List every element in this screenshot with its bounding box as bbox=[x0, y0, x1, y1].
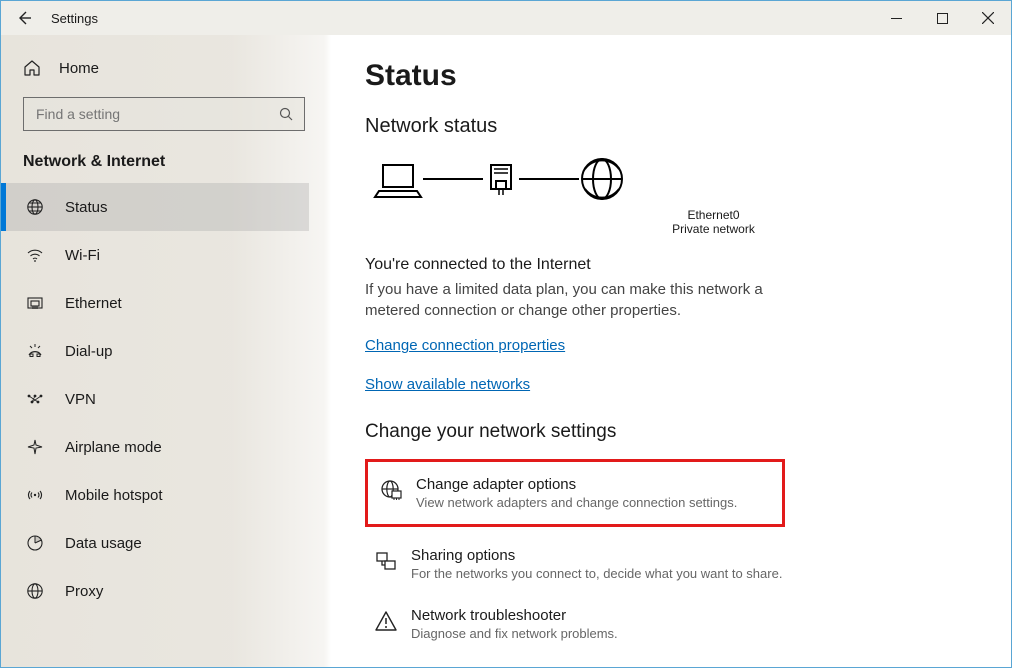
sidebar-item-wifi[interactable]: Wi-Fi bbox=[1, 231, 309, 279]
link-change-connection-properties[interactable]: Change connection properties bbox=[365, 337, 565, 354]
home-nav[interactable]: Home bbox=[23, 53, 309, 83]
sidebar-item-label: Data usage bbox=[65, 535, 142, 552]
data-usage-icon bbox=[23, 534, 47, 552]
close-icon bbox=[982, 12, 994, 24]
proxy-icon bbox=[23, 582, 47, 600]
sidebar-item-label: Mobile hotspot bbox=[65, 487, 163, 504]
sidebar-item-ethernet[interactable]: Ethernet bbox=[1, 279, 309, 327]
setting-desc: View network adapters and change connect… bbox=[416, 495, 737, 510]
main-content: Status Network status Ethernet0 Private … bbox=[331, 35, 1011, 667]
vpn-icon bbox=[23, 392, 47, 406]
setting-desc: For the networks you connect to, decide … bbox=[411, 566, 782, 581]
highlight-box: Change adapter options View network adap… bbox=[365, 459, 785, 527]
arrow-left-icon bbox=[16, 10, 32, 26]
maximize-button[interactable] bbox=[919, 1, 965, 35]
adapter-name: Ethernet0 bbox=[450, 208, 977, 222]
section-network-status: Network status bbox=[365, 115, 977, 138]
laptop-icon bbox=[373, 159, 423, 199]
home-label: Home bbox=[59, 60, 99, 77]
sidebar: Home Network & Internet Status Wi-Fi bbox=[1, 35, 331, 667]
sidebar-item-airplane[interactable]: Airplane mode bbox=[1, 423, 309, 471]
network-diagram bbox=[373, 156, 977, 202]
search-icon bbox=[279, 107, 294, 122]
close-button[interactable] bbox=[965, 1, 1011, 35]
sidebar-item-vpn[interactable]: VPN bbox=[1, 375, 309, 423]
diagram-line bbox=[423, 178, 483, 180]
sidebar-item-status[interactable]: Status bbox=[1, 183, 309, 231]
sidebar-item-label: Ethernet bbox=[65, 295, 122, 312]
sharing-icon bbox=[369, 547, 403, 573]
setting-title: Sharing options bbox=[411, 547, 782, 564]
back-button[interactable] bbox=[1, 1, 47, 35]
wifi-icon bbox=[23, 246, 47, 264]
setting-title: Network troubleshooter bbox=[411, 607, 618, 624]
sidebar-item-datausage[interactable]: Data usage bbox=[1, 519, 309, 567]
setting-sharing-options[interactable]: Sharing options For the networks you con… bbox=[365, 537, 977, 591]
adapter-globe-icon bbox=[374, 476, 408, 502]
ethernet-icon bbox=[23, 294, 47, 312]
sidebar-item-dialup[interactable]: Dial-up bbox=[1, 327, 309, 375]
window-title: Settings bbox=[51, 11, 98, 26]
body: Home Network & Internet Status Wi-Fi bbox=[1, 35, 1011, 667]
sidebar-item-hotspot[interactable]: Mobile hotspot bbox=[1, 471, 309, 519]
settings-window: Settings Home bbox=[0, 0, 1012, 668]
link-show-available-networks[interactable]: Show available networks bbox=[365, 376, 530, 393]
sidebar-item-label: Proxy bbox=[65, 583, 103, 600]
airplane-icon bbox=[23, 438, 47, 456]
minimize-button[interactable] bbox=[873, 1, 919, 35]
diagram-caption: Ethernet0 Private network bbox=[450, 208, 977, 236]
search-input[interactable] bbox=[34, 105, 279, 123]
setting-network-troubleshooter[interactable]: Network troubleshooter Diagnose and fix … bbox=[365, 597, 977, 651]
sidebar-section-title: Network & Internet bbox=[23, 153, 309, 171]
sidebar-item-proxy[interactable]: Proxy bbox=[1, 567, 309, 615]
home-icon bbox=[23, 59, 41, 77]
titlebar: Settings bbox=[1, 1, 1011, 35]
window-controls bbox=[873, 1, 1011, 35]
maximize-icon bbox=[937, 13, 948, 24]
internet-globe-icon bbox=[579, 156, 625, 202]
diagram-line bbox=[519, 178, 579, 180]
sidebar-nav: Status Wi-Fi Ethernet Dial-up VPN bbox=[1, 183, 309, 615]
troubleshoot-icon bbox=[369, 607, 403, 633]
setting-title: Change adapter options bbox=[416, 476, 737, 493]
sidebar-item-label: Dial-up bbox=[65, 343, 113, 360]
minimize-icon bbox=[891, 13, 902, 24]
connected-desc: If you have a limited data plan, you can… bbox=[365, 280, 785, 321]
sidebar-item-label: Airplane mode bbox=[65, 439, 162, 456]
sidebar-item-label: VPN bbox=[65, 391, 96, 408]
setting-change-adapter-options[interactable]: Change adapter options View network adap… bbox=[370, 466, 780, 520]
search-input-wrap[interactable] bbox=[23, 97, 305, 131]
network-type: Private network bbox=[450, 222, 977, 236]
dialup-icon bbox=[23, 342, 47, 360]
setting-desc: Diagnose and fix network problems. bbox=[411, 626, 618, 641]
sidebar-item-label: Wi-Fi bbox=[65, 247, 100, 264]
connected-heading: You're connected to the Internet bbox=[365, 256, 977, 274]
globe-icon bbox=[23, 198, 47, 216]
page-title: Status bbox=[365, 59, 977, 93]
sidebar-item-label: Status bbox=[65, 199, 108, 216]
section-change-settings: Change your network settings bbox=[365, 421, 977, 443]
hotspot-icon bbox=[23, 486, 47, 504]
router-icon bbox=[483, 159, 519, 199]
